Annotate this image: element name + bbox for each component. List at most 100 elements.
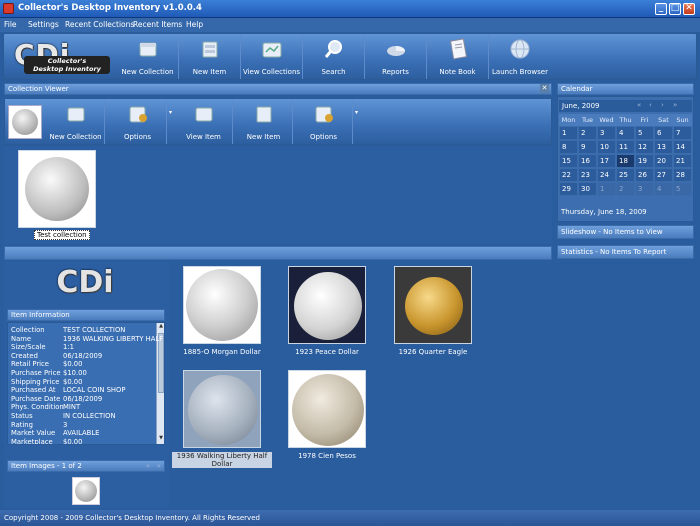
calendar-day-cell[interactable]: 13 [654,140,673,154]
calendar-day-cell[interactable]: 9 [578,140,597,154]
cv-options-button-2[interactable]: Options ▾ [295,99,358,144]
calendar-day-cell[interactable]: 18 [616,154,635,168]
calendar-day-cell[interactable]: 2 [616,182,635,196]
minimize-button[interactable]: _ [655,3,667,15]
item-info-key: Created [11,351,38,360]
calendar-day-cell[interactable]: 17 [597,154,616,168]
prev-month-icon[interactable]: ‹ [649,101,652,109]
menu-recent-collections[interactable]: Recent Collections [65,20,134,29]
item-info-value: 1936 WALKING LIBERTY HALF [63,334,164,343]
calendar-day-cell[interactable]: 26 [635,168,654,182]
item-info-value: 06/18/2009 [63,351,103,360]
calendar-day-cell[interactable]: 3 [597,126,616,140]
scroll-up-icon[interactable]: ▲ [158,323,164,331]
calendar-day-cell[interactable]: 27 [654,168,673,182]
gallery-item-cien-pesos[interactable] [288,370,366,448]
search-button[interactable]: Search [303,34,365,79]
calendar-day-cell[interactable]: 12 [635,140,654,154]
cdi-logo: CDi Collector's Desktop Inventory [12,38,112,76]
calendar-day-cell[interactable]: 19 [635,154,654,168]
cv-new-collection-button[interactable]: New Collection [47,99,105,144]
calendar-day-cell[interactable]: 25 [616,168,635,182]
notebook-button[interactable]: Note Book [427,34,489,79]
new-item-button[interactable]: New Item [179,34,241,79]
menu-file[interactable]: File [4,20,17,29]
new-item-icon [202,41,218,58]
launch-browser-button[interactable]: Launch Browser [489,34,551,79]
search-icon [324,40,342,58]
new-collection-icon [67,107,85,122]
gallery-item-morgan-dollar[interactable] [183,266,261,344]
dropdown-arrow-icon[interactable]: ▾ [169,109,172,116]
prev-year-icon[interactable]: « [637,101,641,109]
next-year-icon[interactable]: » [673,101,677,109]
calendar-day-cell[interactable]: 4 [616,126,635,140]
collection-thumbnail[interactable] [18,150,96,228]
collection-thumb-small[interactable] [8,105,42,139]
close-button[interactable]: ✕ [683,3,695,15]
item-image-thumbnail[interactable] [72,477,100,505]
item-images-header: Item Images - 1 of 2 « » [7,460,165,472]
dropdown-arrow-icon[interactable]: ▾ [355,109,358,116]
calendar-day-cell[interactable]: 14 [673,140,692,154]
item-info-key: Marketplace [11,437,53,445]
calendar-day-cell[interactable]: 1 [597,182,616,196]
gallery-label: 1885-O Morgan Dollar [183,348,261,356]
main-toolbar: CDi Collector's Desktop Inventory New Co… [3,33,697,80]
calendar-day-cell[interactable]: 5 [635,126,654,140]
collection-viewer-header: Collection Viewer ✕ [4,83,552,95]
divider-bar [4,246,552,260]
calendar-day-cell[interactable]: 21 [673,154,692,168]
item-info-value: TEST COLLECTION [63,326,126,334]
item-info-value: $0.00 [63,437,83,445]
calendar-day-cell[interactable]: 1 [559,126,578,140]
item-information-box: ▲ ▼ Collection TEST COLLECTION Name 1936 WA… [7,322,165,445]
calendar-day-cell[interactable]: 11 [616,140,635,154]
scroll-down-icon[interactable]: ▼ [158,435,164,443]
menu-recent-items[interactable]: Recent Items [133,20,182,29]
calendar-day-cell[interactable]: 10 [597,140,616,154]
maximize-button[interactable]: □ [669,3,681,15]
calendar-day-cell[interactable]: 2 [578,126,597,140]
calendar-day-cell[interactable]: 5 [673,182,692,196]
gallery-item-walking-liberty[interactable] [183,370,261,448]
calendar-day-cell[interactable]: 7 [673,126,692,140]
calendar-day-cell[interactable]: 28 [673,168,692,182]
next-image-icon[interactable]: » [157,461,161,471]
cv-view-item-button[interactable]: View Item [175,99,233,144]
options-icon [129,106,147,123]
calendar-day-cell[interactable]: 24 [597,168,616,182]
calendar-day-cell[interactable]: 23 [578,168,597,182]
reports-button[interactable]: Reports [365,34,427,79]
calendar-day-cell[interactable]: 8 [559,140,578,154]
calendar-day-cell[interactable]: 3 [635,182,654,196]
calendar-day-cell[interactable]: 16 [578,154,597,168]
view-collections-button[interactable]: View Collections [241,34,303,79]
title-bar: Collector's Desktop Inventory v1.0.0.4 _… [0,0,700,18]
calendar-day-cell[interactable]: 20 [654,154,673,168]
gallery-item-quarter-eagle[interactable] [394,266,472,344]
cdi-logo-large: CDi [56,265,114,300]
item-info-key: Size/Scale [11,343,46,352]
calendar-day-cell[interactable]: 29 [559,182,578,196]
menu-help[interactable]: Help [186,20,203,29]
item-info-key: Purchase Date [11,394,61,403]
statistics-bar[interactable]: Statistics - No Items To Report [557,245,694,259]
prev-image-icon[interactable]: « [146,461,150,471]
calendar-day-cell[interactable]: 30 [578,182,597,196]
next-month-icon[interactable]: › [661,101,664,109]
slideshow-bar[interactable]: Slideshow - No Items to View [557,225,694,239]
cv-options-button-1[interactable]: Options ▾ [109,99,172,144]
gallery-item-peace-dollar[interactable] [288,266,366,344]
item-info-value: $0.00 [63,360,83,369]
new-collection-button[interactable]: New Collection [117,34,179,79]
item-info-key: Status [11,412,33,420]
calendar-day-cell[interactable]: 6 [654,126,673,140]
cv-new-item-button[interactable]: New Item [235,99,293,144]
collection-label[interactable]: Test collection [34,230,90,240]
calendar-day-cell[interactable]: 4 [654,182,673,196]
calendar-day-cell[interactable]: 15 [559,154,578,168]
calendar-day-cell[interactable]: 22 [559,168,578,182]
close-panel-icon[interactable]: ✕ [540,84,549,93]
menu-settings[interactable]: Settings [28,20,59,29]
